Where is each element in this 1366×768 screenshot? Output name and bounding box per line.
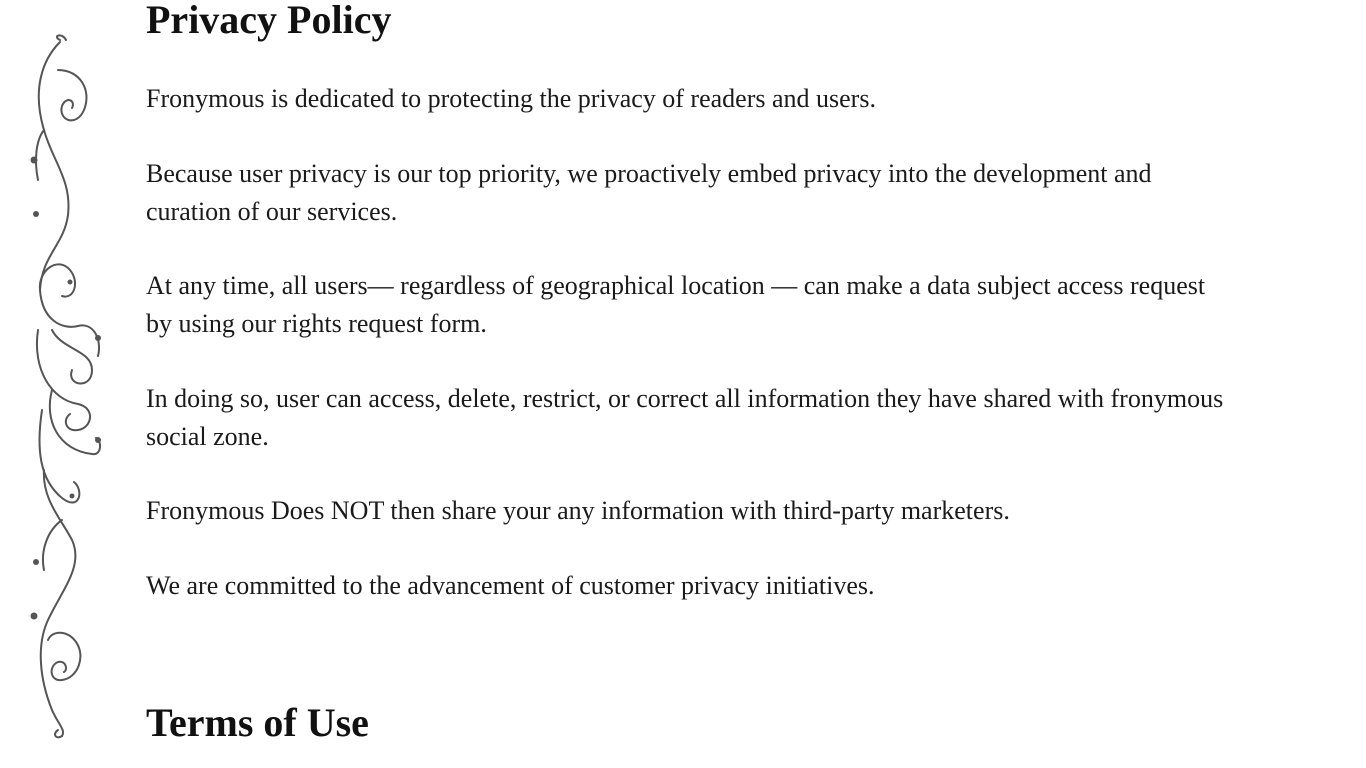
privacy-paragraph-5: Fronymous Does NOT then share your any i… — [146, 496, 1010, 525]
privacy-paragraph-4: In doing so, user can access, delete, re… — [146, 384, 1224, 451]
terms-of-use-heading: Terms of Use — [146, 700, 369, 745]
privacy-paragraph-6: We are committed to the advancement of c… — [146, 571, 875, 600]
flourish-vine-icon — [30, 34, 102, 739]
privacy-paragraph-3: At any time, all users— regardless of ge… — [146, 271, 1206, 338]
privacy-paragraph-2: Because user privacy is our top priority… — [146, 159, 1152, 226]
privacy-paragraph-1: Fronymous is dedicated to protecting the… — [146, 84, 876, 113]
privacy-policy-heading: Privacy Policy — [146, 0, 392, 42]
